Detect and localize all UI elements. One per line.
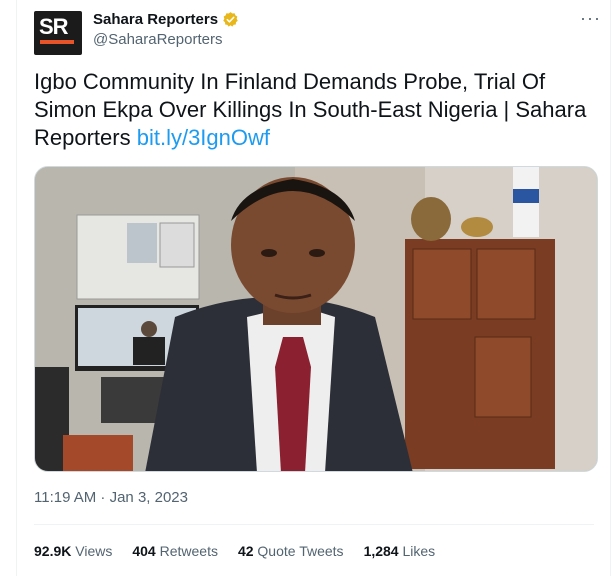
likes-stat[interactable]: 1,284 Likes (364, 543, 436, 559)
tweet-timestamp[interactable]: 11:19 AM · Jan 3, 2023 (34, 489, 188, 506)
retweets-stat[interactable]: 404 Retweets (132, 543, 218, 559)
tweet-text: Igbo Community In Finland Demands Probe,… (34, 68, 594, 152)
views-stat[interactable]: 92.9K Views (34, 543, 112, 559)
tweet-body: Igbo Community In Finland Demands Probe,… (34, 69, 587, 150)
views-label: Views (75, 543, 113, 559)
quote-tweets-stat[interactable]: 42 Quote Tweets (238, 543, 344, 559)
views-count: 92.9K (34, 543, 72, 559)
display-name-text: Sahara Reporters (93, 11, 219, 28)
avatar-logo-bar (40, 40, 74, 44)
avatar[interactable]: SR (34, 11, 82, 55)
handle[interactable]: @SaharaReporters (93, 31, 222, 48)
divider (34, 524, 594, 525)
likes-count: 1,284 (363, 543, 399, 559)
quote-tweets-count: 42 (237, 543, 254, 559)
retweets-count: 404 (132, 543, 156, 559)
display-name[interactable]: Sahara Reporters (93, 11, 239, 28)
engagement-stats: 92.9K Views 404 Retweets 42 Quote Tweets… (34, 543, 435, 559)
photo-illustration (35, 167, 597, 471)
tweet-card: SR Sahara Reporters @SaharaReporters ···… (16, 0, 611, 576)
verified-badge-icon (223, 12, 238, 27)
likes-label: Likes (402, 543, 436, 559)
tweet-image[interactable] (34, 166, 598, 472)
tweet-link[interactable]: bit.ly/3IgnOwf (137, 125, 270, 150)
retweets-label: Retweets (159, 543, 218, 559)
more-options-icon[interactable]: ··· (580, 8, 601, 29)
quote-tweets-label: Quote Tweets (257, 543, 344, 559)
avatar-logo-text: SR (39, 14, 69, 39)
